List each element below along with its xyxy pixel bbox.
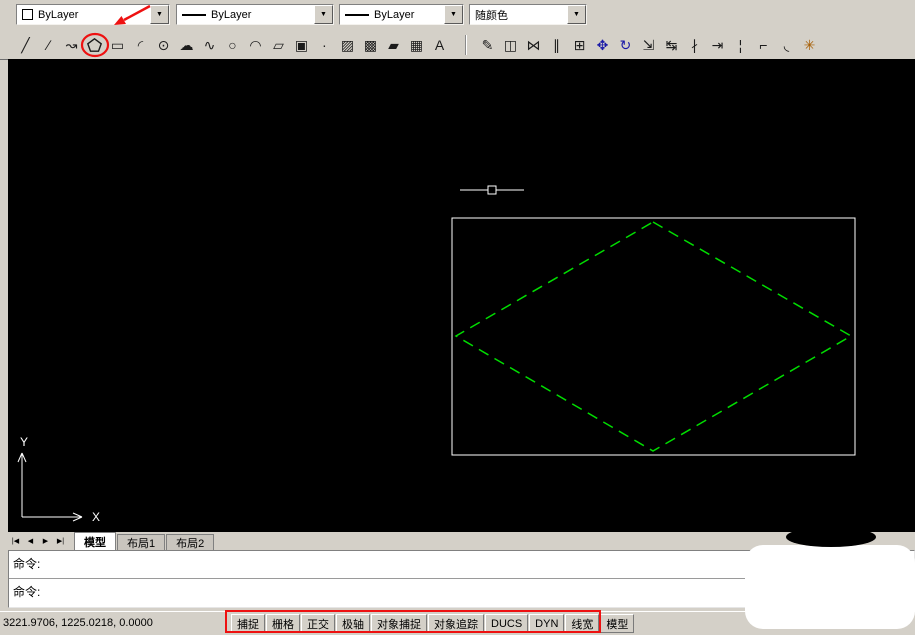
polygon-icon[interactable] <box>83 33 106 56</box>
polyline-icon[interactable]: ↝ <box>60 33 83 56</box>
coordinate-display[interactable]: 3221.9706, 1225.0218, 0.0000 <box>3 617 153 629</box>
tab-layout2[interactable]: 布局2 <box>166 534 214 550</box>
linetype-dropdown-value: ByLayer <box>211 9 251 21</box>
explode-icon[interactable]: ✳ <box>798 33 821 56</box>
tab-model[interactable]: 模型 <box>74 532 116 550</box>
draw-toolbar: ╱∕↝ ▭◜⊙☁∿○◠▱▣∙▨▩▰▦A <box>14 33 451 56</box>
multiline-text-icon[interactable]: A <box>428 33 451 56</box>
linetype-dropdown[interactable]: ByLayer ▼ <box>176 4 334 25</box>
tab-nav-first-button[interactable]: |◀ <box>8 533 23 549</box>
lineweight-dropdown-arrow-icon[interactable]: ▼ <box>444 5 463 24</box>
chamfer-icon[interactable]: ⌐ <box>752 33 775 56</box>
linetype-dropdown-arrow-icon[interactable]: ▼ <box>314 5 333 24</box>
toolbar-separator <box>465 35 467 55</box>
revision-cloud-icon[interactable]: ☁ <box>175 33 198 56</box>
drawn-diamond[interactable] <box>456 222 851 451</box>
tools-toolbar: ╱∕↝ ▭◜⊙☁∿○◠▱▣∙▨▩▰▦A ✎◫⋈∥⊞✥↻⇲↹∤⇥¦⌐◟✳ <box>0 31 915 60</box>
insert-block-icon[interactable]: ▱ <box>267 33 290 56</box>
array-icon[interactable]: ⊞ <box>568 33 591 56</box>
stretch-icon[interactable]: ↹ <box>660 33 683 56</box>
erase-icon[interactable]: ✎ <box>476 33 499 56</box>
status-toggle-otrack[interactable]: 对象追踪 <box>428 614 484 633</box>
mirror-icon[interactable]: ⋈ <box>522 33 545 56</box>
ucs-y-label: Y <box>20 435 28 449</box>
properties-toolbar: ByLayer ▼ ByLayer ▼ ByLayer ▼ 随颜色 ▼ <box>0 0 915 32</box>
status-toggle-ortho[interactable]: 正交 <box>301 614 335 633</box>
plotstyle-dropdown[interactable]: 随颜色 ▼ <box>469 4 587 25</box>
copy-icon[interactable]: ◫ <box>499 33 522 56</box>
arc-icon[interactable]: ◜ <box>129 33 152 56</box>
status-toggle-lineweight[interactable]: 线宽 <box>565 614 599 633</box>
status-toggles: 捕捉栅格正交极轴对象捕捉对象追踪DUCSDYN线宽模型 <box>231 614 634 633</box>
layer-color-swatch <box>22 9 33 20</box>
ellipse-icon[interactable]: ○ <box>221 33 244 56</box>
linetype-sample <box>182 14 206 16</box>
autocad-window: ByLayer ▼ ByLayer ▼ ByLayer ▼ 随颜色 ▼ ╱∕↝ ▭… <box>0 0 915 634</box>
censor-blob <box>745 545 915 629</box>
make-block-icon[interactable]: ▣ <box>290 33 313 56</box>
break-icon[interactable]: ¦ <box>729 33 752 56</box>
status-toggle-ducs[interactable]: DUCS <box>485 614 528 633</box>
lineweight-sample <box>345 14 369 16</box>
line-icon[interactable]: ╱ <box>14 33 37 56</box>
rotate-icon[interactable]: ↻ <box>614 33 637 56</box>
gradient-icon[interactable]: ▩ <box>359 33 382 56</box>
status-toggle-snap[interactable]: 捕捉 <box>231 614 265 633</box>
lineweight-dropdown[interactable]: ByLayer ▼ <box>339 4 464 25</box>
status-toggle-osnap[interactable]: 对象捕捉 <box>371 614 427 633</box>
censor-ellipse <box>786 527 876 547</box>
rectangle-icon[interactable]: ▭ <box>106 33 129 56</box>
hatch-icon[interactable]: ▨ <box>336 33 359 56</box>
tab-nav-next-button[interactable]: ▶ <box>38 533 53 549</box>
drawing-area[interactable]: YX <box>8 59 915 532</box>
layout-tabs: 模型布局1布局2 <box>74 532 215 550</box>
drawn-rectangle[interactable] <box>452 218 855 455</box>
fillet-icon[interactable]: ◟ <box>775 33 798 56</box>
plotstyle-dropdown-value: 随颜色 <box>475 7 508 23</box>
layer-dropdown[interactable]: ByLayer ▼ <box>16 4 170 25</box>
crosshair-cursor <box>460 186 524 194</box>
construction-line-icon[interactable]: ∕ <box>37 33 60 56</box>
status-toggle-polar[interactable]: 极轴 <box>336 614 370 633</box>
tab-layout1[interactable]: 布局1 <box>117 534 165 550</box>
extend-icon[interactable]: ⇥ <box>706 33 729 56</box>
tab-nav-prev-button[interactable]: ◀ <box>23 533 38 549</box>
circle-icon[interactable]: ⊙ <box>152 33 175 56</box>
offset-icon[interactable]: ∥ <box>545 33 568 56</box>
layer-dropdown-value: ByLayer <box>38 9 78 21</box>
ucs-x-label: X <box>92 510 100 524</box>
trim-icon[interactable]: ∤ <box>683 33 706 56</box>
table-icon[interactable]: ▦ <box>405 33 428 56</box>
scale-icon[interactable]: ⇲ <box>637 33 660 56</box>
spline-icon[interactable]: ∿ <box>198 33 221 56</box>
lineweight-dropdown-value: ByLayer <box>374 9 414 21</box>
status-toggle-grid[interactable]: 栅格 <box>266 614 300 633</box>
tab-nav: |◀◀▶▶| <box>8 532 68 550</box>
plotstyle-dropdown-arrow-icon[interactable]: ▼ <box>567 5 586 24</box>
modify-toolbar: ✎◫⋈∥⊞✥↻⇲↹∤⇥¦⌐◟✳ <box>476 33 821 56</box>
point-icon[interactable]: ∙ <box>313 33 336 56</box>
layer-dropdown-arrow-icon[interactable]: ▼ <box>150 5 169 24</box>
move-icon[interactable]: ✥ <box>591 33 614 56</box>
ellipse-arc-icon[interactable]: ◠ <box>244 33 267 56</box>
region-icon[interactable]: ▰ <box>382 33 405 56</box>
ucs-icon: YX <box>18 435 100 524</box>
tab-nav-last-button[interactable]: ▶| <box>53 533 68 549</box>
status-toggle-dyn[interactable]: DYN <box>529 614 564 633</box>
drawing-canvas: YX <box>8 59 915 532</box>
status-toggle-model[interactable]: 模型 <box>600 614 634 633</box>
